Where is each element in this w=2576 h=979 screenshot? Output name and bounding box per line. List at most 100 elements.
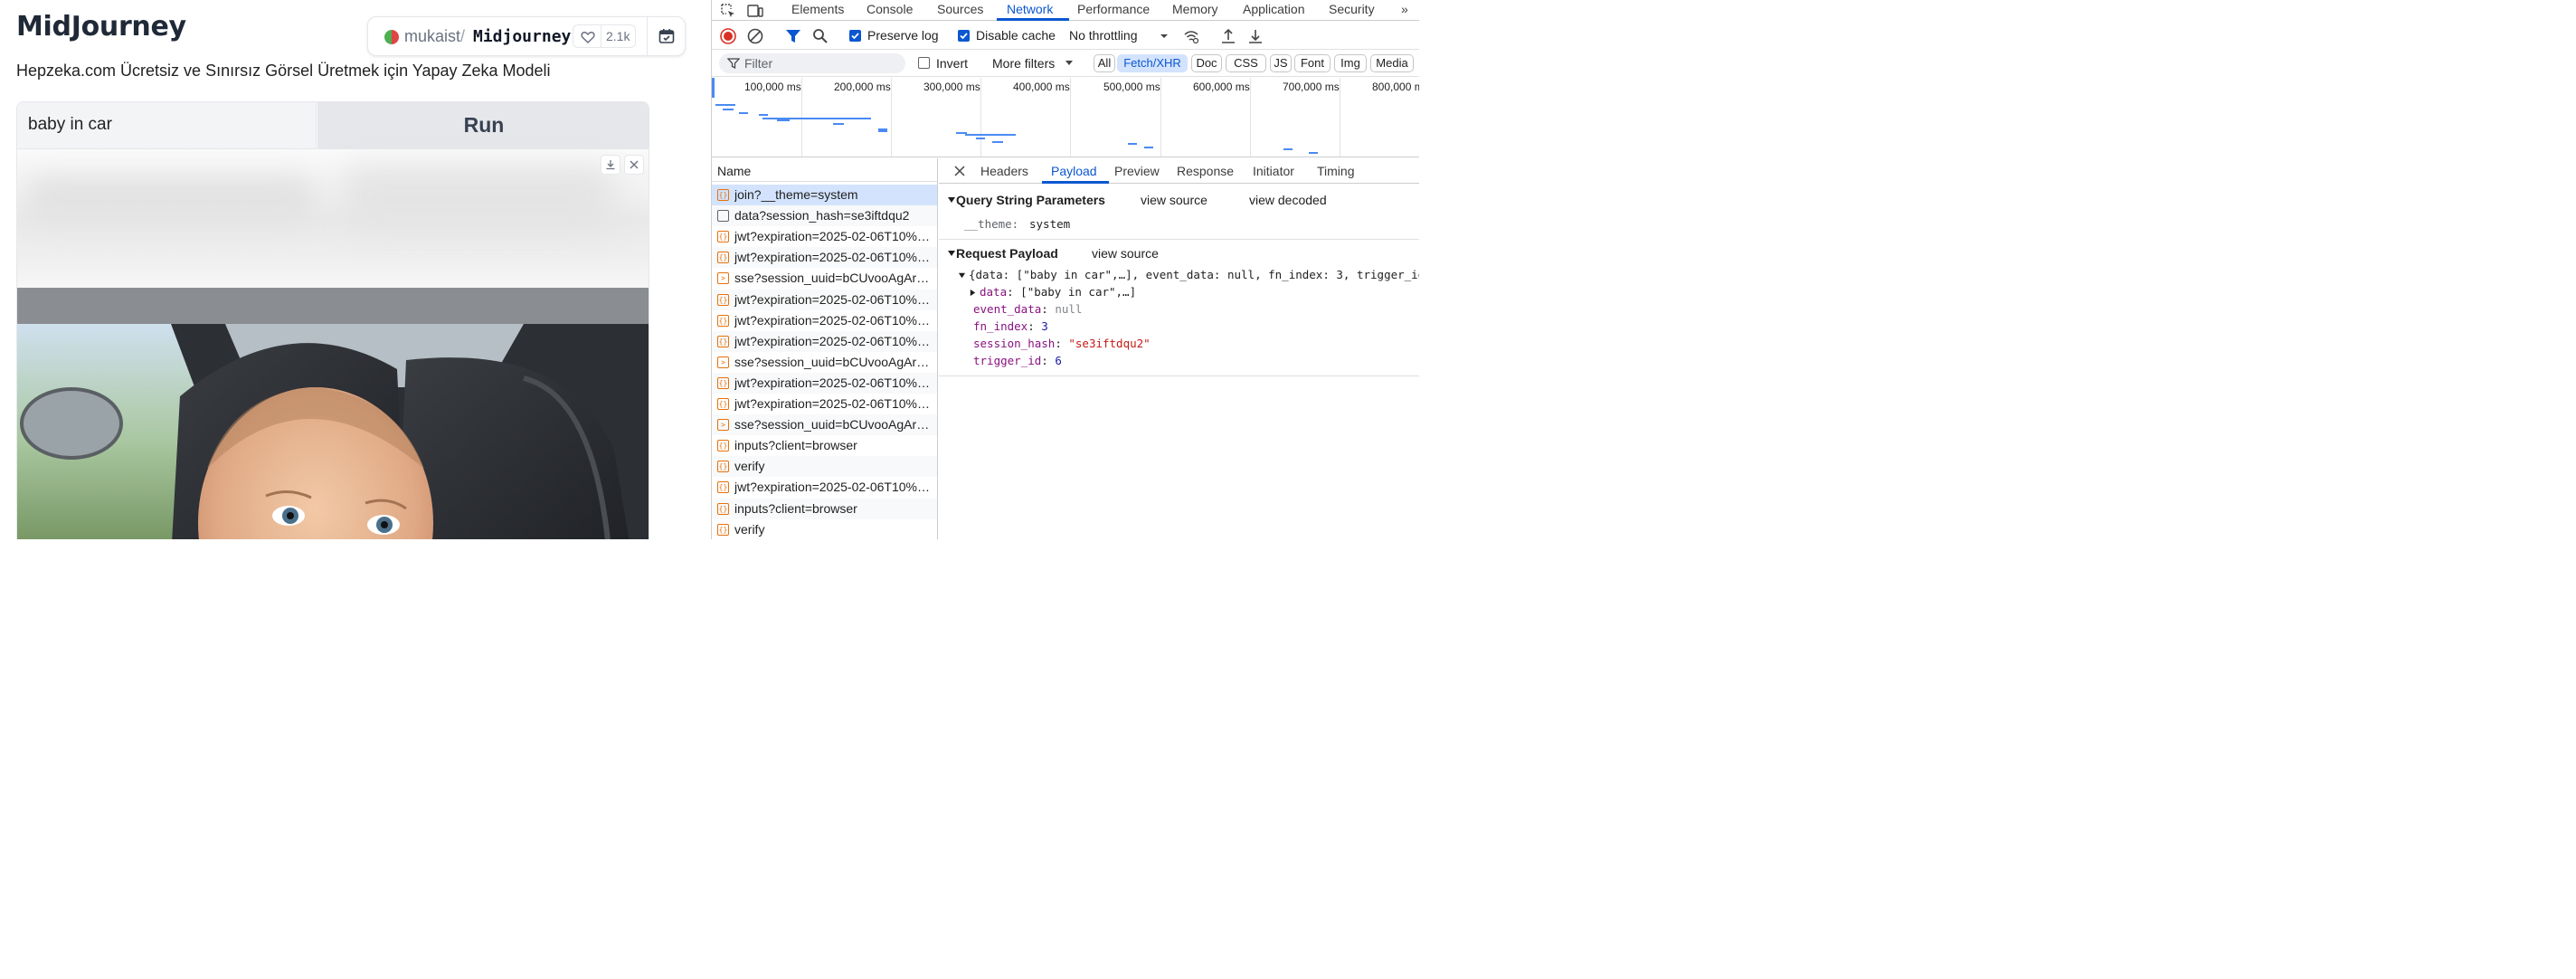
detail-tab-response[interactable]: Response (1177, 164, 1234, 178)
run-button[interactable]: Run (317, 102, 649, 148)
eventstream-icon: > (717, 419, 729, 432)
detail-tab-initiator[interactable]: Initiator (1253, 164, 1294, 178)
device-toolbar-icon[interactable] (746, 2, 764, 20)
request-row[interactable]: {} join?__theme=system (712, 185, 937, 205)
disable-cache-checkbox[interactable] (958, 30, 970, 42)
detail-tab-timing[interactable]: Timing (1317, 164, 1355, 178)
blurred-preview (17, 149, 649, 288)
tab-sources[interactable]: Sources (937, 2, 983, 16)
detail-tab-headers[interactable]: Headers (980, 164, 1028, 178)
detail-tab-preview[interactable]: Preview (1114, 164, 1160, 178)
payload-session-hash-row: session_hash: "se3iftdqu2" (973, 337, 1151, 350)
query-params-title[interactable]: Query String Parameters (956, 193, 1105, 207)
filter-chip-img[interactable]: Img (1334, 54, 1367, 72)
generated-image (17, 288, 649, 539)
filter-chip-all[interactable]: All (1094, 54, 1115, 72)
request-row[interactable]: {} jwt?expiration=2025-02-06T10%3A... (712, 226, 937, 247)
export-har-icon[interactable] (1246, 27, 1264, 45)
request-row[interactable]: {} jwt?expiration=2025-02-06T10%3A... (712, 289, 937, 310)
timeline-tick-label: 600,000 ms (1193, 81, 1250, 93)
throttling-select[interactable]: No throttling (1069, 28, 1137, 43)
invert-label: Invert (936, 56, 969, 71)
inspect-element-icon[interactable] (719, 2, 737, 20)
network-toolbar: Preserve log Disable cache No throttling (712, 22, 1419, 50)
request-row[interactable]: data?session_hash=se3iftdqu2 (712, 205, 937, 227)
request-name: jwt?expiration=2025-02-06T10%3A... (734, 291, 935, 307)
request-row[interactable]: {} jwt?expiration=2025-02-06T10%3A... (712, 372, 937, 394)
request-row[interactable]: {} jwt?expiration=2025-02-06T10%3A... (712, 310, 937, 331)
request-row[interactable]: {} inputs?client=browser (712, 498, 937, 519)
request-row[interactable]: {} verify (712, 519, 937, 539)
tab-network[interactable]: Network (1007, 2, 1053, 16)
payload-data-row[interactable]: data: ["baby in car",…] (980, 285, 1136, 299)
network-conditions-icon[interactable] (1182, 27, 1200, 45)
timeline-request-bar (1309, 152, 1318, 154)
space-owner-link[interactable]: mukaist/ (404, 27, 465, 46)
prompt-input[interactable]: baby in car (28, 115, 112, 135)
tab-memory[interactable]: Memory (1172, 2, 1218, 16)
query-view-source-link[interactable]: view source (1141, 193, 1208, 207)
request-row[interactable]: {} jwt?expiration=2025-02-06T10%3A... (712, 247, 937, 269)
request-list: Name {} join?__theme=system data?session_h… (712, 158, 938, 539)
more-tabs-button[interactable]: » (1401, 2, 1408, 16)
tab-application[interactable]: Application (1243, 2, 1305, 16)
tab-elements[interactable]: Elements (791, 2, 844, 16)
clear-button[interactable] (624, 155, 644, 175)
request-row[interactable]: {} jwt?expiration=2025-02-06T10%3A... (712, 330, 937, 352)
chevron-down-icon[interactable] (1065, 60, 1074, 67)
invert-checkbox[interactable] (918, 57, 930, 69)
import-har-icon[interactable] (1219, 27, 1237, 45)
request-row[interactable]: {} verify (712, 456, 937, 478)
request-row[interactable]: > sse?session_uuid=bCUvooAgArC... (712, 352, 937, 373)
filter-chip-media[interactable]: Media (1370, 54, 1414, 72)
timeline-request-bar (715, 104, 735, 106)
space-repo-link[interactable]: Midjourney (473, 27, 571, 46)
expand-triangle-icon[interactable] (958, 271, 966, 280)
request-row[interactable]: > sse?session_uuid=bCUvooAgArC... (712, 414, 937, 436)
filter-input[interactable]: Filter (719, 53, 905, 73)
request-name: inputs?client=browser (734, 500, 857, 516)
timeline-tick-label: 500,000 ms (1103, 81, 1160, 93)
prompt-field[interactable]: baby in car (17, 102, 317, 148)
filter-icon (727, 58, 740, 70)
request-row[interactable]: {} jwt?expiration=2025-02-06T10%3A... (712, 477, 937, 498)
filter-chip-js[interactable]: JS (1270, 54, 1292, 72)
devtools-tabbar: Elements Console Sources Network Performance… (712, 0, 1419, 21)
timeline-gridline (980, 78, 981, 157)
request-row[interactable]: {} inputs?client=browser (712, 435, 937, 456)
filter-chip-doc[interactable]: Doc (1191, 54, 1222, 72)
collapse-triangle-icon[interactable] (947, 195, 956, 204)
tab-performance[interactable]: Performance (1077, 2, 1150, 16)
search-icon[interactable] (811, 27, 829, 45)
active-detail-tab-indicator (1042, 181, 1109, 184)
request-payload-title[interactable]: Request Payload (956, 246, 1058, 261)
calendar-icon[interactable] (658, 27, 676, 45)
chevron-down-icon[interactable] (1155, 27, 1173, 45)
detail-tabbar: Headers Payload Preview Response Initiator Ti… (939, 158, 1419, 184)
record-stop-icon[interactable] (719, 27, 737, 45)
payload-view-source-link[interactable]: view source (1092, 246, 1159, 261)
download-button[interactable] (601, 155, 620, 175)
request-row[interactable]: > sse?session_uuid=bCUvooAgArC... (712, 268, 937, 289)
payload-summary[interactable]: {data: ["baby in car",…], event_data: nu… (969, 268, 1419, 281)
expand-triangle-icon[interactable] (969, 289, 977, 297)
filter-chip-fetch-xhr[interactable]: Fetch/XHR (1117, 54, 1188, 72)
timeline-gridline (891, 78, 892, 157)
tab-security[interactable]: Security (1329, 2, 1375, 16)
filter-chip-css[interactable]: CSS (1226, 54, 1266, 72)
filter-chip-font[interactable]: Font (1294, 54, 1331, 72)
preserve-log-checkbox[interactable] (849, 30, 861, 42)
name-column-header[interactable]: Name (712, 158, 937, 182)
request-row[interactable]: {} jwt?expiration=2025-02-06T10%3A... (712, 394, 937, 414)
more-filters-dropdown[interactable]: More filters (992, 56, 1055, 71)
detail-tab-payload[interactable]: Payload (1051, 164, 1097, 178)
query-view-decoded-link[interactable]: view decoded (1249, 193, 1327, 207)
close-details-icon[interactable] (953, 165, 966, 177)
clear-log-icon[interactable] (746, 27, 764, 45)
collapse-triangle-icon[interactable] (947, 249, 956, 258)
filter-funnel-icon[interactable] (784, 27, 802, 45)
devtools-panel: Elements Console Sources Network Performance… (711, 0, 1419, 539)
fetch-icon: {} (717, 231, 729, 243)
like-button[interactable]: 2.1k (573, 24, 636, 48)
tab-console[interactable]: Console (867, 2, 913, 16)
